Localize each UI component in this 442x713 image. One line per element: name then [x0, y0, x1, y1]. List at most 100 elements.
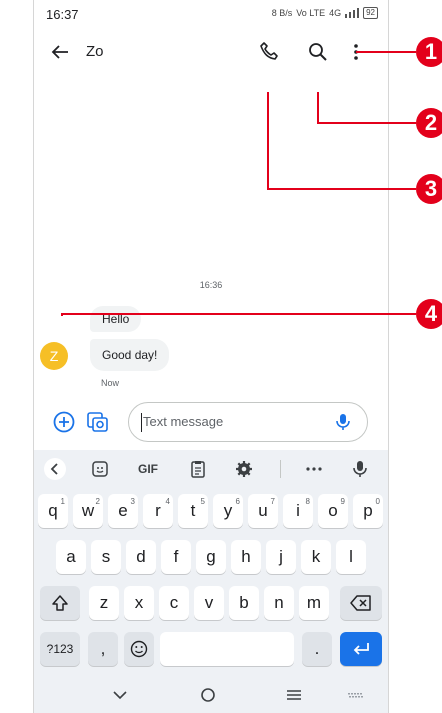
key-label: e [118, 501, 128, 520]
shift-key[interactable] [40, 586, 80, 620]
key-hint: 5 [200, 497, 205, 506]
key-label: o [328, 501, 338, 520]
key-f[interactable]: f [161, 540, 191, 574]
key-i[interactable]: i8 [283, 494, 313, 528]
network-speed: 8 B/s [271, 8, 293, 18]
search-icon[interactable] [306, 40, 330, 64]
message-bubble[interactable]: Hello [90, 306, 142, 332]
clipboard-icon[interactable] [188, 459, 208, 479]
keyboard-toolbar: GIF [34, 450, 388, 488]
status-time: 16:37 [46, 7, 79, 22]
key-y[interactable]: y6 [213, 494, 243, 528]
callout-badge-1: 1 [416, 37, 442, 67]
conversation-title: Zo [86, 43, 104, 60]
composer: Text message [34, 398, 388, 444]
key-row-1: q1w2e3r4t5y6u7i8o9p0 [34, 494, 388, 532]
key-label: q [48, 501, 58, 520]
more-horiz-icon[interactable] [304, 459, 324, 479]
comma-key[interactable]: , [88, 632, 118, 666]
emoji-icon [130, 640, 148, 658]
message-list[interactable]: 16:36 Hello Good day! Z Now [34, 74, 388, 394]
message-input-placeholder: Text message [143, 414, 224, 429]
key-a[interactable]: a [56, 540, 86, 574]
key-u[interactable]: u7 [248, 494, 278, 528]
key-z[interactable]: z [89, 586, 119, 620]
key-hint: 9 [340, 497, 345, 506]
shift-arrow-icon [52, 595, 68, 611]
callout-badge-3: 3 [416, 174, 442, 204]
back-arrow-icon[interactable] [48, 40, 72, 64]
key-d[interactable]: d [126, 540, 156, 574]
key-k[interactable]: k [301, 540, 331, 574]
gallery-camera-icon[interactable] [86, 410, 110, 434]
key-hint: 0 [375, 497, 380, 506]
hide-keyboard-icon[interactable] [110, 686, 130, 704]
key-row-2: asdfghjkl [34, 540, 388, 578]
home-icon[interactable] [198, 686, 218, 704]
key-hint: 6 [235, 497, 240, 506]
toolbar-divider [280, 460, 281, 478]
enter-arrow-icon [353, 643, 369, 655]
period-key[interactable]: . [302, 632, 332, 666]
message-input[interactable]: Text message [128, 402, 368, 442]
signal-indicator: 4G [329, 8, 342, 18]
status-bar: 16:37 8 B/s Vo LTE 4G 92 [34, 0, 388, 28]
collapse-toolbar-button[interactable] [44, 458, 66, 480]
key-j[interactable]: j [266, 540, 296, 574]
contact-avatar[interactable]: Z [40, 342, 68, 370]
phone-icon[interactable] [258, 40, 282, 64]
key-r[interactable]: r4 [143, 494, 173, 528]
key-hint: 1 [60, 497, 65, 506]
sticker-icon[interactable] [90, 459, 110, 479]
system-nav-bar [34, 678, 388, 713]
key-p[interactable]: p0 [353, 494, 383, 528]
key-h[interactable]: h [231, 540, 261, 574]
key-w[interactable]: w2 [73, 494, 103, 528]
date-stamp: 16:36 [199, 280, 223, 290]
symbols-key[interactable]: ?123 [40, 632, 80, 666]
recents-icon[interactable] [284, 686, 304, 704]
key-c[interactable]: c [159, 586, 189, 620]
message-bubble[interactable]: Good day! [90, 339, 170, 371]
key-x[interactable]: x [124, 586, 154, 620]
backspace-key[interactable] [340, 586, 382, 620]
settings-gear-icon[interactable] [234, 459, 254, 479]
key-o[interactable]: o9 [318, 494, 348, 528]
emoji-key[interactable] [124, 632, 154, 666]
key-n[interactable]: n [264, 586, 294, 620]
app-bar: Zo [34, 30, 388, 74]
mic-icon[interactable] [333, 412, 353, 432]
add-attachment-icon[interactable] [52, 410, 76, 434]
key-g[interactable]: g [196, 540, 226, 574]
key-hint: 3 [130, 497, 135, 506]
backspace-icon [350, 595, 371, 611]
key-v[interactable]: v [194, 586, 224, 620]
chevron-left-icon [50, 463, 58, 475]
key-s[interactable]: s [91, 540, 121, 574]
key-l[interactable]: l [336, 540, 366, 574]
key-row-4: ?123 , . [34, 632, 388, 670]
key-hint: 7 [270, 497, 275, 506]
keyboard-switch-icon[interactable] [346, 686, 366, 704]
enter-key[interactable] [340, 632, 382, 666]
key-t[interactable]: t5 [178, 494, 208, 528]
voice-input-icon[interactable] [350, 459, 370, 479]
callout-badge-2: 2 [416, 108, 442, 138]
status-icons: 8 B/s Vo LTE 4G 92 [272, 7, 378, 19]
key-b[interactable]: b [229, 586, 259, 620]
key-hint: 8 [305, 497, 310, 506]
space-key[interactable] [160, 632, 294, 666]
keyboard: GIF q1w2e3r4t5y6u7i8o9p0 asdfghjkl zxcvb… [34, 450, 388, 678]
text-cursor [141, 413, 142, 432]
key-label: y [223, 501, 233, 520]
signal-bars-icon [345, 8, 360, 18]
key-e[interactable]: e3 [108, 494, 138, 528]
more-vert-icon[interactable] [350, 40, 362, 64]
key-hint: 2 [95, 497, 100, 506]
battery-icon: 92 [363, 7, 378, 19]
key-label: u [258, 501, 268, 520]
gif-button[interactable]: GIF [134, 459, 162, 479]
key-q[interactable]: q1 [38, 494, 68, 528]
key-m[interactable]: m [299, 586, 329, 620]
volte-indicator: Vo LTE [296, 8, 326, 18]
